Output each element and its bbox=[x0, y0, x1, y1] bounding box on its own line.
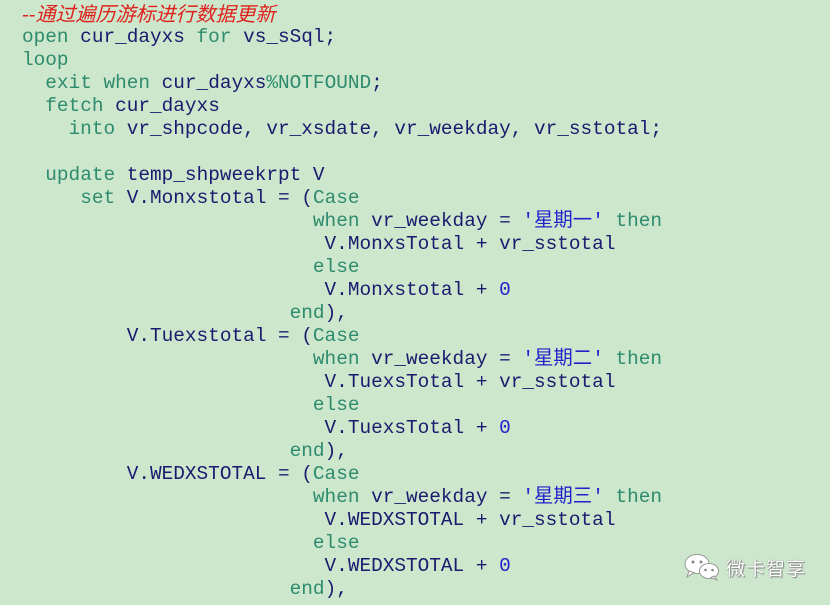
code-identifier bbox=[22, 440, 290, 462]
code-line: end), bbox=[22, 440, 662, 463]
code-keyword: into bbox=[68, 118, 116, 140]
code-line: else bbox=[22, 532, 662, 555]
code-identifier: vr_shpcode, vr_xsdate, vr_weekday, vr_ss… bbox=[115, 118, 662, 140]
code-line: V.TuexsTotal + vr_sstotal bbox=[22, 371, 662, 394]
code-keyword: when bbox=[312, 210, 360, 232]
code-keyword: loop bbox=[22, 49, 69, 71]
code-identifier: V.TuexsTotal + vr_sstotal bbox=[22, 371, 616, 393]
code-identifier bbox=[22, 578, 290, 600]
code-line: loop bbox=[22, 49, 662, 72]
watermark: 微卡智享 bbox=[684, 553, 806, 581]
code-keyword: for bbox=[196, 26, 232, 48]
code-identifier: ), bbox=[324, 302, 348, 324]
code-identifier bbox=[22, 164, 45, 186]
code-identifier: V.WEDXSTOTAL + bbox=[22, 555, 500, 577]
code-identifier: temp_shpweekrpt V bbox=[115, 164, 325, 186]
code-identifier: vr_weekday = bbox=[359, 486, 523, 508]
code-line: V.Monxstotal + 0 bbox=[22, 279, 662, 302]
code-identifier bbox=[22, 187, 80, 209]
code-keyword: set bbox=[80, 187, 116, 209]
code-number-literal: 0 bbox=[499, 417, 511, 439]
code-line: fetch cur_dayxs bbox=[22, 95, 662, 118]
code-identifier: ), bbox=[324, 440, 348, 462]
code-keyword: when bbox=[312, 486, 360, 508]
code-identifier bbox=[22, 256, 313, 278]
code-line: end), bbox=[22, 578, 662, 601]
code-keyword: then bbox=[603, 486, 663, 508]
code-line: when vr_weekday = '星期二' then bbox=[22, 348, 662, 371]
code-keyword: Case bbox=[312, 463, 360, 485]
code-keyword: end bbox=[289, 302, 325, 324]
code-identifier: V.WEDXSTOTAL + vr_sstotal bbox=[22, 509, 616, 531]
code-keyword: open bbox=[22, 26, 69, 48]
code-keyword: when bbox=[312, 348, 360, 370]
code-line: V.WEDXSTOTAL + 0 bbox=[22, 555, 662, 578]
code-identifier: V.TuexsTotal + bbox=[22, 417, 500, 439]
code-line: --通过遍历游标进行数据更新 bbox=[22, 3, 662, 26]
code-identifier: V.WEDXSTOTAL = ( bbox=[22, 463, 313, 485]
code-line: else bbox=[22, 394, 662, 417]
code-identifier bbox=[22, 532, 313, 554]
code-line: V.MonxsTotal + vr_sstotal bbox=[22, 233, 662, 256]
code-keyword: exit when bbox=[45, 72, 151, 94]
code-line: else bbox=[22, 256, 662, 279]
code-keyword: end bbox=[289, 440, 325, 462]
code-keyword: update bbox=[45, 164, 116, 186]
code-keyword: end bbox=[289, 578, 325, 600]
code-identifier: cur_dayxs bbox=[103, 95, 220, 117]
code-identifier bbox=[22, 95, 45, 117]
code-editor[interactable]: --通过遍历游标进行数据更新 open cur_dayxs for vs_sSql… bbox=[22, 3, 662, 601]
code-identifier: cur_dayxs bbox=[68, 26, 197, 48]
code-keyword: %NOTFOUND bbox=[266, 72, 372, 94]
code-line: end), bbox=[22, 302, 662, 325]
code-number-literal: 0 bbox=[499, 279, 511, 301]
code-keyword: else bbox=[312, 532, 360, 554]
code-identifier bbox=[22, 348, 313, 370]
code-string-literal: '星期一' bbox=[522, 210, 604, 232]
code-keyword: then bbox=[603, 210, 663, 232]
code-line: V.Tuexstotal = (Case bbox=[22, 325, 662, 348]
code-keyword: Case bbox=[312, 187, 360, 209]
code-identifier: V.Monxstotal + bbox=[22, 279, 500, 301]
code-identifier: V.MonxsTotal + vr_sstotal bbox=[22, 233, 616, 255]
code-keyword: else bbox=[312, 394, 360, 416]
code-keyword: fetch bbox=[45, 95, 104, 117]
code-identifier bbox=[22, 394, 313, 416]
code-number-literal: 0 bbox=[499, 555, 511, 577]
code-identifier bbox=[22, 302, 290, 324]
code-line: into vr_shpcode, vr_xsdate, vr_weekday, … bbox=[22, 118, 662, 141]
code-line: update temp_shpweekrpt V bbox=[22, 164, 662, 187]
code-keyword: then bbox=[603, 348, 663, 370]
code-identifier: V.Monxstotal = ( bbox=[115, 187, 313, 209]
code-keyword: Case bbox=[312, 325, 360, 347]
code-identifier bbox=[22, 72, 45, 94]
code-keyword: else bbox=[312, 256, 360, 278]
code-string-literal: '星期二' bbox=[522, 348, 604, 370]
code-comment: --通过遍历游标进行数据更新 bbox=[22, 2, 276, 26]
code-identifier: vr_weekday = bbox=[359, 210, 523, 232]
code-line: set V.Monxstotal = (Case bbox=[22, 187, 662, 210]
code-line: when vr_weekday = '星期三' then bbox=[22, 486, 662, 509]
code-line: V.TuexsTotal + 0 bbox=[22, 417, 662, 440]
code-identifier: vr_weekday = bbox=[359, 348, 523, 370]
code-identifier: cur_dayxs bbox=[150, 72, 267, 94]
wechat-icon bbox=[684, 554, 719, 581]
code-identifier bbox=[22, 118, 69, 140]
code-line: open cur_dayxs for vs_sSql; bbox=[22, 26, 662, 49]
watermark-text: 微卡智享 bbox=[726, 557, 807, 580]
code-line: exit when cur_dayxs%NOTFOUND; bbox=[22, 72, 662, 95]
code-identifier bbox=[22, 210, 313, 232]
code-line: V.WEDXSTOTAL = (Case bbox=[22, 463, 662, 486]
code-identifier: V.Tuexstotal = ( bbox=[22, 325, 313, 347]
code-line: V.WEDXSTOTAL + vr_sstotal bbox=[22, 509, 662, 532]
code-identifier bbox=[22, 486, 313, 508]
code-identifier: ), bbox=[324, 578, 348, 600]
code-identifier: vs_sSql; bbox=[231, 26, 337, 48]
code-string-literal: '星期三' bbox=[522, 486, 604, 508]
code-line: when vr_weekday = '星期一' then bbox=[22, 210, 662, 233]
code-identifier: ; bbox=[371, 72, 383, 94]
